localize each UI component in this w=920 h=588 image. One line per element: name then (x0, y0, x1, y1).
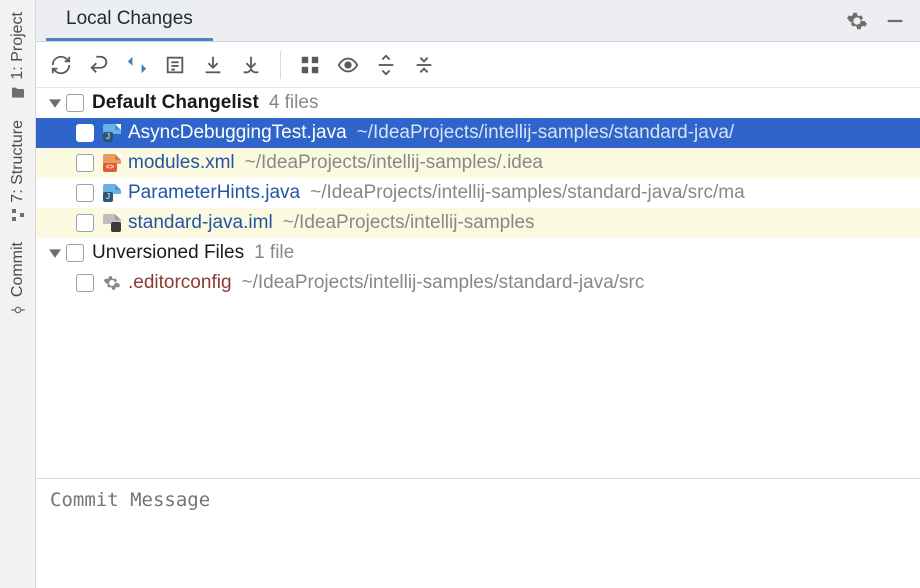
changes-toolbar (36, 42, 920, 88)
rail-label: 1: Project (9, 12, 27, 80)
tool-window-rail: 1: Project 7: Structure Commit (0, 0, 36, 588)
file-path: ~/IdeaProjects/intellij-samples (283, 212, 535, 234)
gear-icon (102, 273, 122, 293)
checkbox[interactable] (76, 274, 94, 292)
changes-tree[interactable]: Default Changelist 4 files J AsyncDebugg… (36, 88, 920, 478)
rollback-button[interactable] (84, 50, 114, 80)
commit-icon (9, 301, 27, 319)
file-path: ~/IdeaProjects/intellij-samples/standard… (310, 182, 745, 204)
file-path: ~/IdeaProjects/intellij-samples/standard… (242, 272, 645, 294)
rail-item-commit[interactable]: Commit (9, 236, 27, 325)
rail-label: Commit (9, 242, 27, 297)
tab-local-changes[interactable]: Local Changes (46, 0, 213, 41)
gear-icon[interactable] (846, 10, 868, 32)
file-name: modules.xml (128, 152, 235, 174)
show-button[interactable] (333, 50, 363, 80)
file-name: ParameterHints.java (128, 182, 300, 204)
changelist-name: Unversioned Files (92, 242, 244, 264)
tab-bar: Local Changes (36, 0, 920, 42)
iml-file-icon (102, 213, 122, 233)
rail-item-structure[interactable]: 7: Structure (9, 114, 27, 231)
chevron-down-icon[interactable] (46, 94, 64, 112)
checkbox[interactable] (66, 94, 84, 112)
minimize-icon[interactable] (884, 10, 906, 32)
collapse-all-button[interactable] (409, 50, 439, 80)
file-name: .editorconfig (128, 272, 232, 294)
main-panel: Local Changes (36, 0, 920, 588)
file-path: ~/IdeaProjects/intellij-samples/.idea (245, 152, 543, 174)
refresh-button[interactable] (46, 50, 76, 80)
xml-file-icon: <> (102, 153, 122, 173)
group-by-button[interactable] (295, 50, 325, 80)
java-file-icon: J (102, 123, 122, 143)
commit-message-area (36, 478, 920, 588)
changelist-button[interactable] (160, 50, 190, 80)
changelist-name: Default Changelist (92, 92, 259, 114)
file-row[interactable]: .editorconfig ~/IdeaProjects/intellij-sa… (36, 268, 920, 298)
file-name: AsyncDebuggingTest.java (128, 122, 347, 144)
java-file-icon: J (102, 183, 122, 203)
rail-label: 7: Structure (9, 120, 27, 203)
rail-item-project[interactable]: 1: Project (9, 6, 27, 108)
expand-all-button[interactable] (371, 50, 401, 80)
file-path: ~/IdeaProjects/intellij-samples/standard… (357, 122, 735, 144)
unshelve-button[interactable] (236, 50, 266, 80)
commit-message-input[interactable] (50, 489, 906, 578)
changelist-header[interactable]: Unversioned Files 1 file (36, 238, 920, 268)
file-row[interactable]: J ParameterHints.java ~/IdeaProjects/int… (36, 178, 920, 208)
folder-icon (9, 84, 27, 102)
checkbox[interactable] (76, 124, 94, 142)
file-row[interactable]: standard-java.iml ~/IdeaProjects/intelli… (36, 208, 920, 238)
file-name: standard-java.iml (128, 212, 273, 234)
checkbox[interactable] (76, 214, 94, 232)
chevron-down-icon[interactable] (46, 244, 64, 262)
file-row[interactable]: <> modules.xml ~/IdeaProjects/intellij-s… (36, 148, 920, 178)
file-row[interactable]: J AsyncDebuggingTest.java ~/IdeaProjects… (36, 118, 920, 148)
file-count: 1 file (254, 242, 294, 264)
checkbox[interactable] (76, 184, 94, 202)
toolbar-separator (280, 51, 281, 79)
checkbox[interactable] (66, 244, 84, 262)
structure-icon (9, 206, 27, 224)
file-count: 4 files (269, 92, 319, 114)
checkbox[interactable] (76, 154, 94, 172)
changelist-header[interactable]: Default Changelist 4 files (36, 88, 920, 118)
diff-button[interactable] (122, 50, 152, 80)
shelve-button[interactable] (198, 50, 228, 80)
